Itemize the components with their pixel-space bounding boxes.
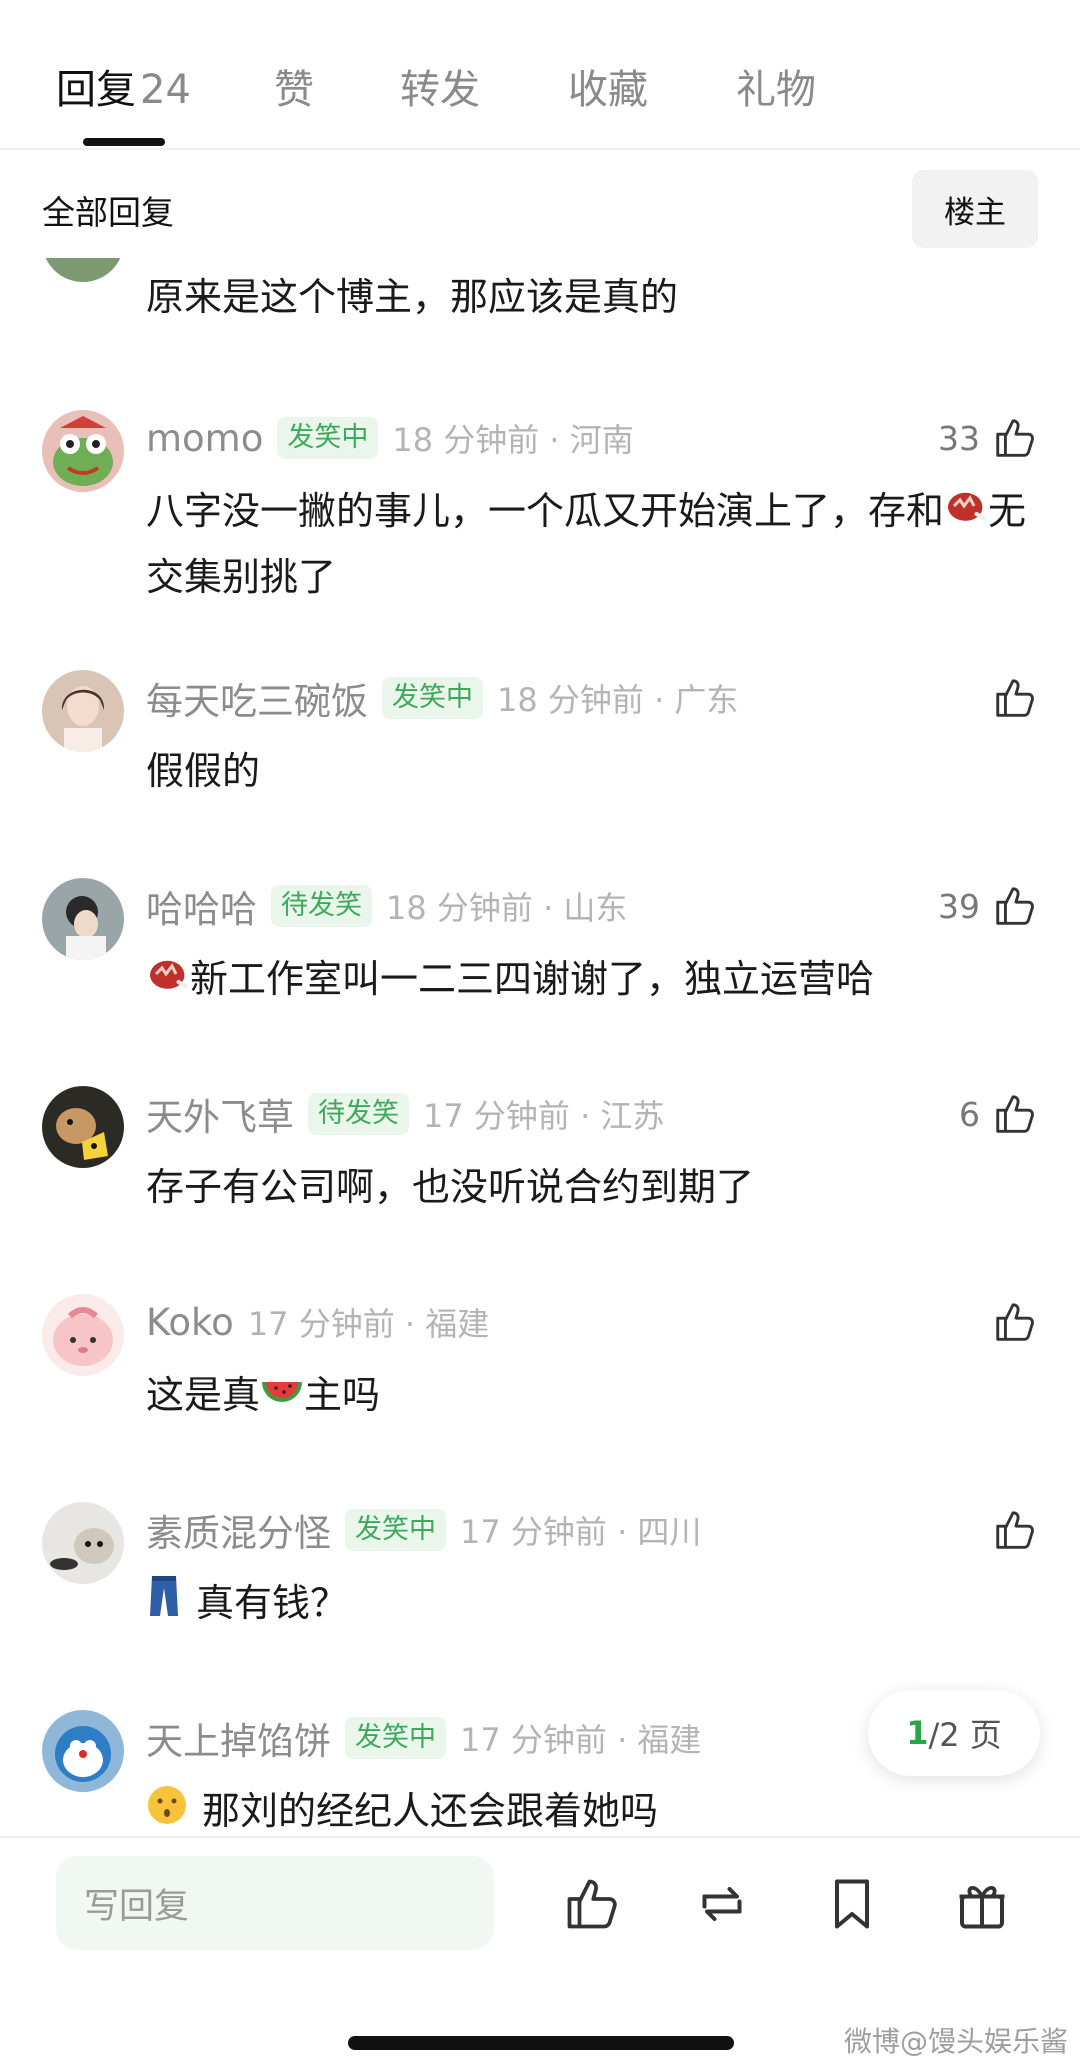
thumbs-up-icon [992, 1507, 1038, 1553]
section-title: 全部回复 [42, 193, 174, 232]
like-button[interactable] [992, 670, 1038, 726]
pagination-indicator[interactable]: 1/2 页 [868, 1690, 1040, 1776]
comment-meta: 天上掉馅饼 发笑中 17 分钟前 · 福建 [146, 1710, 701, 1766]
like-icon[interactable] [562, 1874, 622, 1934]
reply-tabs: 回复 24 赞 转发 收藏 礼物 [0, 0, 1080, 150]
op-filter-button[interactable]: 楼主 [912, 170, 1038, 248]
timestamp-location: 17 分钟前 · 江苏 [423, 1097, 665, 1135]
username[interactable]: 天上掉馅饼 [146, 1711, 331, 1765]
comment-meta: 哈哈哈 待发笑 18 分钟前 · 山东 [146, 878, 627, 934]
comment-text-part: 那刘的经纪人还会跟着她吗 [202, 1789, 659, 1833]
tab-replies-count: 24 [140, 67, 191, 113]
comment-text: 八字没一撇的事儿，一个瓜又开始演上了，存和 无交集别挑了 [146, 478, 1036, 610]
like-count: 39 [938, 886, 980, 926]
comment-meta: momo 发笑中 18 分钟前 · 河南 [146, 410, 634, 466]
steak-icon [146, 954, 190, 994]
status-badge: 发笑中 [345, 1509, 446, 1551]
timestamp-location: 17 分钟前 · 福建 [247, 1305, 490, 1343]
like-button[interactable] [992, 1502, 1038, 1558]
avatar[interactable] [42, 1086, 124, 1168]
status-badge: 待发笑 [308, 1093, 409, 1135]
comment-text: 存子有公司啊，也没听说合约到期了 [146, 1165, 755, 1209]
tab-reposts[interactable]: 转发 [400, 62, 480, 118]
avatar[interactable] [42, 1710, 124, 1792]
comment-text-part: 八字没一撇的事儿，一个瓜又开始演上了，存和 [146, 489, 945, 533]
timestamp-location: 17 分钟前 · 四川 [460, 1513, 702, 1551]
avatar[interactable] [42, 258, 124, 282]
timestamp-location: 18 分钟前 · 河南 [392, 421, 634, 459]
like-button[interactable]: 33 [938, 410, 1038, 466]
active-tab-indicator [83, 138, 165, 146]
tab-likes[interactable]: 赞 [274, 62, 314, 118]
comment-text: 新工作室叫一二三四谢谢了，独立运营哈 [146, 946, 1036, 1012]
hushed-face-icon [146, 1784, 188, 1826]
reply-input[interactable]: 写回复 [56, 1856, 494, 1950]
username[interactable]: 天外飞草 [146, 1087, 294, 1141]
gift-icon[interactable] [952, 1874, 1012, 1934]
tab-replies[interactable]: 回复 24 [56, 62, 191, 118]
like-count: 33 [938, 418, 980, 458]
avatar[interactable] [42, 1502, 124, 1584]
watermelon-icon [260, 1370, 304, 1410]
status-badge: 发笑中 [277, 417, 379, 459]
status-badge: 待发笑 [271, 885, 372, 927]
comment-meta: 每天吃三碗饭 发笑中 18 分钟前 · 广东 [146, 670, 738, 726]
thumbs-up-icon [992, 415, 1038, 461]
like-count: 6 [959, 1094, 980, 1134]
status-badge: 发笑中 [345, 1717, 446, 1759]
jeans-icon [146, 1574, 182, 1618]
comment-list: 原来是这个博主，那应该是真的 momo 发笑中 18 分钟前 · 河南 33 八… [0, 258, 1080, 1836]
username[interactable]: 素质混分怪 [146, 1503, 331, 1557]
thumbs-up-icon [992, 675, 1038, 721]
like-button[interactable]: 6 [959, 1086, 1038, 1142]
watermark: 微博@馒头娱乐酱 [843, 2025, 1068, 2058]
comment-meta: 素质混分怪 发笑中 17 分钟前 · 四川 [146, 1502, 701, 1558]
tab-replies-label: 回复 [56, 67, 136, 113]
steak-icon [944, 486, 988, 526]
comment-text: 原来是这个博主，那应该是真的 [146, 275, 679, 319]
bookmark-icon[interactable] [822, 1874, 882, 1934]
username[interactable]: momo [146, 417, 263, 460]
username[interactable]: Koko [146, 1301, 234, 1344]
like-button[interactable] [992, 1294, 1038, 1350]
comment-meta: Koko 17 分钟前 · 福建 [146, 1294, 489, 1350]
repost-icon[interactable] [692, 1874, 752, 1934]
timestamp-location: 18 分钟前 · 广东 [497, 681, 739, 719]
avatar[interactable] [42, 1294, 124, 1376]
timestamp-location: 18 分钟前 · 山东 [386, 889, 628, 927]
total-pages: /2 页 [928, 1716, 1002, 1754]
comment-text-part: 真有钱？ [196, 1581, 349, 1625]
current-page: 1 [906, 1714, 929, 1752]
comment-text: 真有钱？ [146, 1570, 1036, 1636]
like-button[interactable]: 39 [938, 878, 1038, 934]
bottom-action-bar: 写回复 微博@馒头娱乐酱 [0, 1836, 1080, 2062]
avatar[interactable] [42, 410, 124, 492]
comment-text: 假假的 [146, 749, 261, 793]
tab-gifts[interactable]: 礼物 [736, 62, 816, 118]
comment-text: 这是真 主吗 [146, 1362, 1036, 1428]
avatar[interactable] [42, 878, 124, 960]
thumbs-up-icon [992, 1299, 1038, 1345]
comment-meta: 天外飞草 待发笑 17 分钟前 · 江苏 [146, 1086, 664, 1142]
comment-text-part: 新工作室叫一二三四谢谢了，独立运营哈 [190, 957, 875, 1001]
timestamp-location: 17 分钟前 · 福建 [460, 1721, 702, 1759]
status-badge: 发笑中 [382, 677, 483, 719]
comment-text-part: 主吗 [304, 1373, 381, 1417]
thumbs-up-icon [992, 883, 1038, 929]
reply-placeholder: 写回复 [84, 1886, 190, 1927]
comment-text: 那刘的经纪人还会跟着她吗 [146, 1778, 1036, 1836]
thumbs-up-icon [992, 1091, 1038, 1137]
comment-text-part: 这是真 [146, 1373, 261, 1417]
avatar[interactable] [42, 670, 124, 752]
tab-favorites[interactable]: 收藏 [568, 62, 648, 118]
username[interactable]: 哈哈哈 [146, 879, 257, 933]
home-indicator [348, 2036, 734, 2050]
username[interactable]: 每天吃三碗饭 [146, 671, 368, 725]
